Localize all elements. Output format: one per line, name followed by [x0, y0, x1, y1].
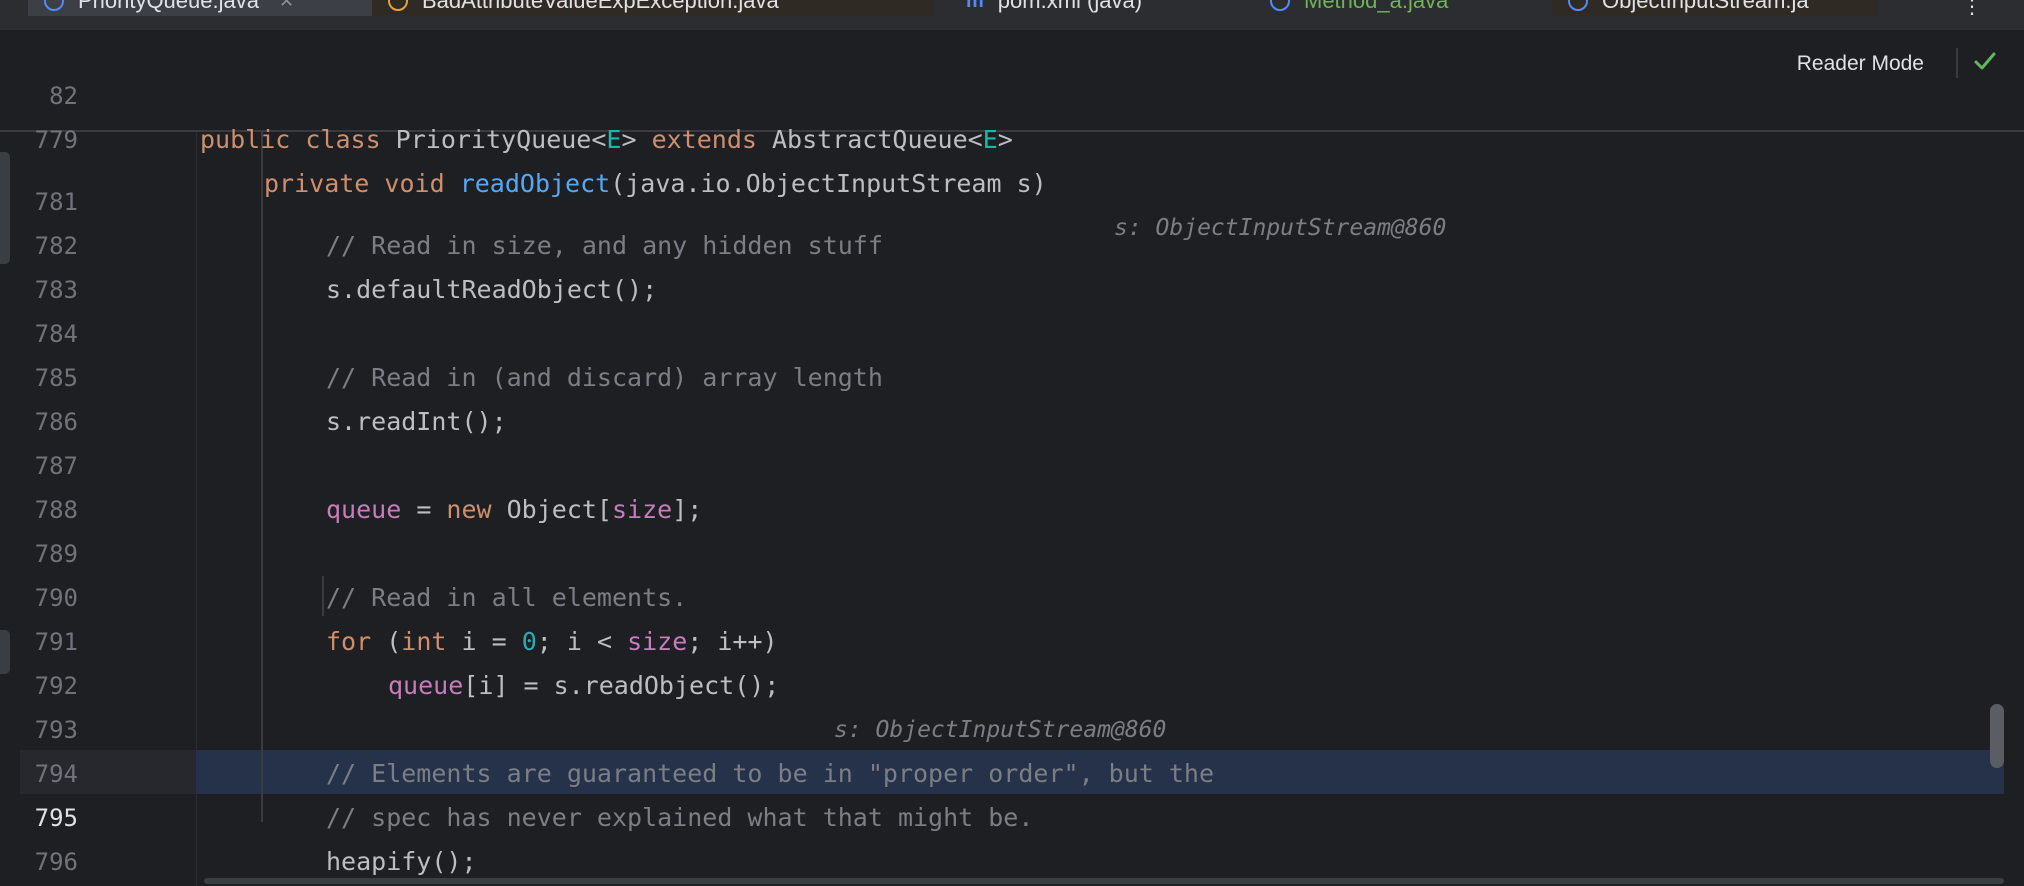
code-line-792: 792 [0, 620, 2024, 700]
tab-label: ObjectInputStream.ja [1602, 0, 1809, 13]
code-line-794: 794 // spec has never explained what tha… [0, 708, 2024, 832]
code-line-790: 790 for (int i = 0; i < size; i++) [0, 532, 2024, 656]
code-line-791: 791 queue[i] = s.readObject(); s: Object… [0, 576, 2024, 743]
java-class-icon [1568, 0, 1588, 11]
code-text: private void readObject(java.io.ObjectIn… [264, 169, 1047, 198]
code-line-784: 784 // Read in (and discard) array lengt… [0, 268, 2024, 392]
code-line-795: 795 heapify(); [0, 752, 2024, 876]
tab-objectinputstream[interactable]: ObjectInputStream.ja [1552, 0, 1878, 16]
code-line-786: 786 [0, 356, 2024, 436]
code-line-785: 785 s.readInt(); [0, 312, 2024, 436]
reader-mode-button[interactable]: Reader Mode [1797, 52, 1924, 76]
java-class-icon [388, 0, 408, 11]
editor-tab-bar: PriorityQueue.java ✕ BadAttributeValueEx… [0, 0, 2024, 30]
tab-label: pom.xml (java) [997, 0, 1143, 13]
code-line-789: 789 // Read in all elements. [0, 488, 2024, 612]
java-class-icon [44, 0, 64, 11]
more-tabs-icon[interactable]: ⋮ [1962, 0, 1982, 19]
tab-pom[interactable]: m pom.xml (java) [950, 0, 1250, 16]
debug-inline-value: s: ObjectInputStream@860 [1114, 215, 1447, 241]
sticky-line-method[interactable]: 779 private void readObject(java.io.Obje… [0, 74, 2024, 241]
checkmark-icon[interactable] [1972, 48, 1998, 78]
code-line-793: 793 // Elements are guaranteed to be in … [0, 664, 2024, 788]
horizontal-scrollbar[interactable] [204, 878, 2004, 884]
sticky-line-class[interactable]: 82 public class PriorityQueue<E> extends… [0, 30, 2024, 154]
code-line-783: 783 [0, 224, 2024, 304]
line-number: 779 [34, 126, 78, 154]
vertical-scrollbar-thumb[interactable] [1990, 704, 2004, 768]
sticky-lines-header[interactable]: 82 public class PriorityQueue<E> extends… [0, 30, 2024, 241]
close-icon[interactable]: ✕ [279, 0, 294, 12]
tab-method-a[interactable]: Method_a.java [1254, 0, 1534, 16]
code-line-788: 788 [0, 444, 2024, 524]
code-line-787: 787 queue = new Object[size]; [0, 400, 2024, 524]
java-class-icon [1270, 0, 1290, 11]
code-text: public class PriorityQueue<E> extends Ab… [200, 125, 1013, 154]
tab-label: Method_a.java [1304, 0, 1449, 13]
tab-label: PriorityQueue.java [78, 0, 259, 13]
maven-icon: m [966, 0, 984, 12]
tab-label: BadAttributeValueExpException.java [422, 0, 779, 13]
tab-priorityqueue[interactable]: PriorityQueue.java ✕ [28, 0, 372, 16]
tab-badattribute[interactable]: BadAttributeValueExpException.java [372, 0, 934, 16]
toolbar-separator [1956, 48, 1958, 78]
code-line-796: 796 } [0, 796, 2024, 876]
